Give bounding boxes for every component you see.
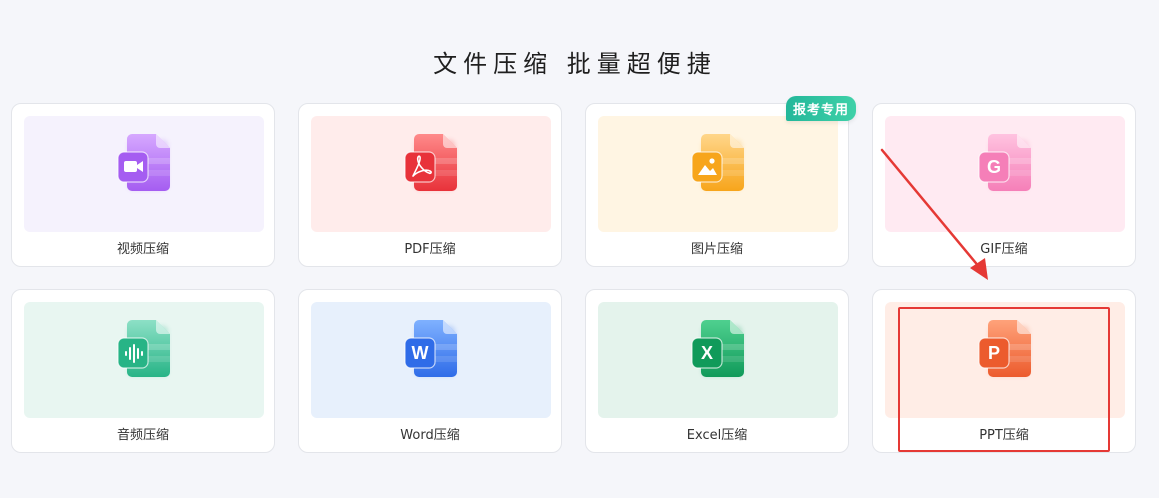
audio-compress-card[interactable]: 音频压缩 xyxy=(11,289,275,453)
excel-file-icon: X xyxy=(691,320,744,377)
page-title: 文件压缩 批量超便捷 xyxy=(433,50,717,78)
video-compress-card[interactable]: 视频压缩 xyxy=(11,103,275,267)
file-type-glyph: G xyxy=(987,157,1001,177)
video-file-icon xyxy=(117,134,170,191)
card-label: PDF压缩 xyxy=(404,242,456,257)
gif-file-icon: G xyxy=(978,134,1031,191)
card-label: PPT压缩 xyxy=(979,428,1029,443)
gif-compress-card[interactable]: G GIF压缩 xyxy=(872,103,1136,267)
word-compress-card[interactable]: W Word压缩 xyxy=(298,289,562,453)
card-label: 视频压缩 xyxy=(116,242,169,257)
exam-only-badge: 报考专用 xyxy=(785,96,856,121)
word-file-icon: W xyxy=(404,320,457,377)
audio-file-icon xyxy=(117,320,170,377)
image-file-icon xyxy=(691,134,744,191)
excel-compress-card[interactable]: X Excel压缩 xyxy=(585,289,849,453)
file-type-glyph: P xyxy=(988,343,1000,363)
ppt-file-icon: P xyxy=(978,320,1031,377)
card-label: 音频压缩 xyxy=(116,428,169,443)
image-compress-card[interactable]: 图片压缩 报考专用 xyxy=(585,96,856,267)
card-label: Excel压缩 xyxy=(686,428,748,443)
pdf-file-icon xyxy=(404,134,457,191)
card-label: GIF压缩 xyxy=(980,242,1028,257)
file-type-glyph: W xyxy=(412,343,429,363)
card-label: Word压缩 xyxy=(400,428,460,443)
card-label: 图片压缩 xyxy=(690,242,743,257)
ppt-compress-card[interactable]: P PPT压缩 xyxy=(872,289,1136,453)
pdf-compress-card[interactable]: PDF压缩 xyxy=(298,103,562,267)
file-type-glyph: X xyxy=(701,343,713,363)
